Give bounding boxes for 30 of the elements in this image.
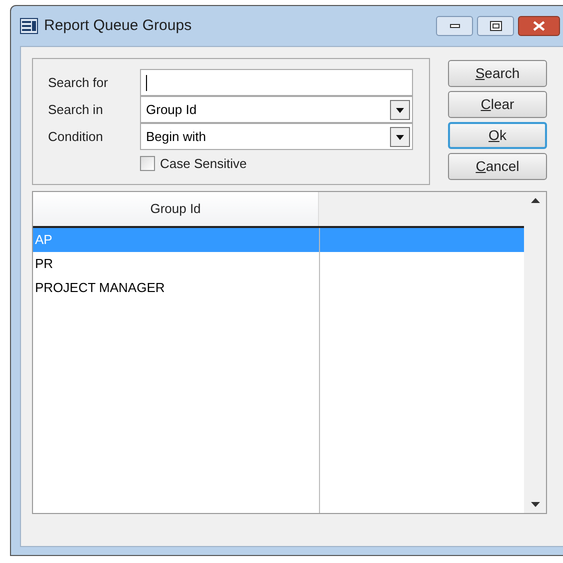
checkbox-label: Case Sensitive: [160, 155, 247, 173]
field-label: Search for: [48, 74, 109, 92]
dropdown-field[interactable]: Begin with: [140, 123, 413, 150]
table-cell-text: PROJECT MANAGER: [34, 279, 166, 298]
text-cursor: [146, 74, 147, 90]
maximize-button[interactable]: [477, 16, 514, 36]
field-label: Search in: [48, 100, 104, 119]
scroll-down-icon: [530, 502, 540, 507]
table-row[interactable]: PR: [33, 252, 524, 276]
dialog-button[interactable]: Ok: [448, 122, 547, 149]
dialog-button[interactable]: Clear: [448, 91, 547, 118]
table-cell-text: AP: [34, 231, 54, 250]
dialog-button[interactable]: Search: [448, 60, 547, 87]
field-label: Condition: [48, 128, 104, 146]
close-icon: [533, 21, 545, 31]
minimize-icon: [450, 23, 460, 29]
table-cell-text: PR: [34, 255, 54, 274]
window-title: Report Queue Groups: [44, 16, 192, 36]
table-row[interactable]: PROJECT MANAGER: [33, 276, 524, 300]
window-icon: [20, 18, 38, 34]
scroll-up-icon: [530, 198, 540, 203]
dropdown-field[interactable]: Group Id: [140, 96, 413, 123]
case-sensitive-checkbox[interactable]: [140, 156, 155, 172]
minimize-button[interactable]: [436, 16, 473, 36]
close-button[interactable]: [518, 16, 560, 36]
column-header[interactable]: Group Id: [33, 192, 319, 226]
search-field[interactable]: [140, 69, 413, 96]
vertical-scrollbar[interactable]: [524, 192, 546, 513]
maximize-icon: [490, 21, 502, 31]
dialog-button[interactable]: Cancel: [448, 153, 547, 180]
